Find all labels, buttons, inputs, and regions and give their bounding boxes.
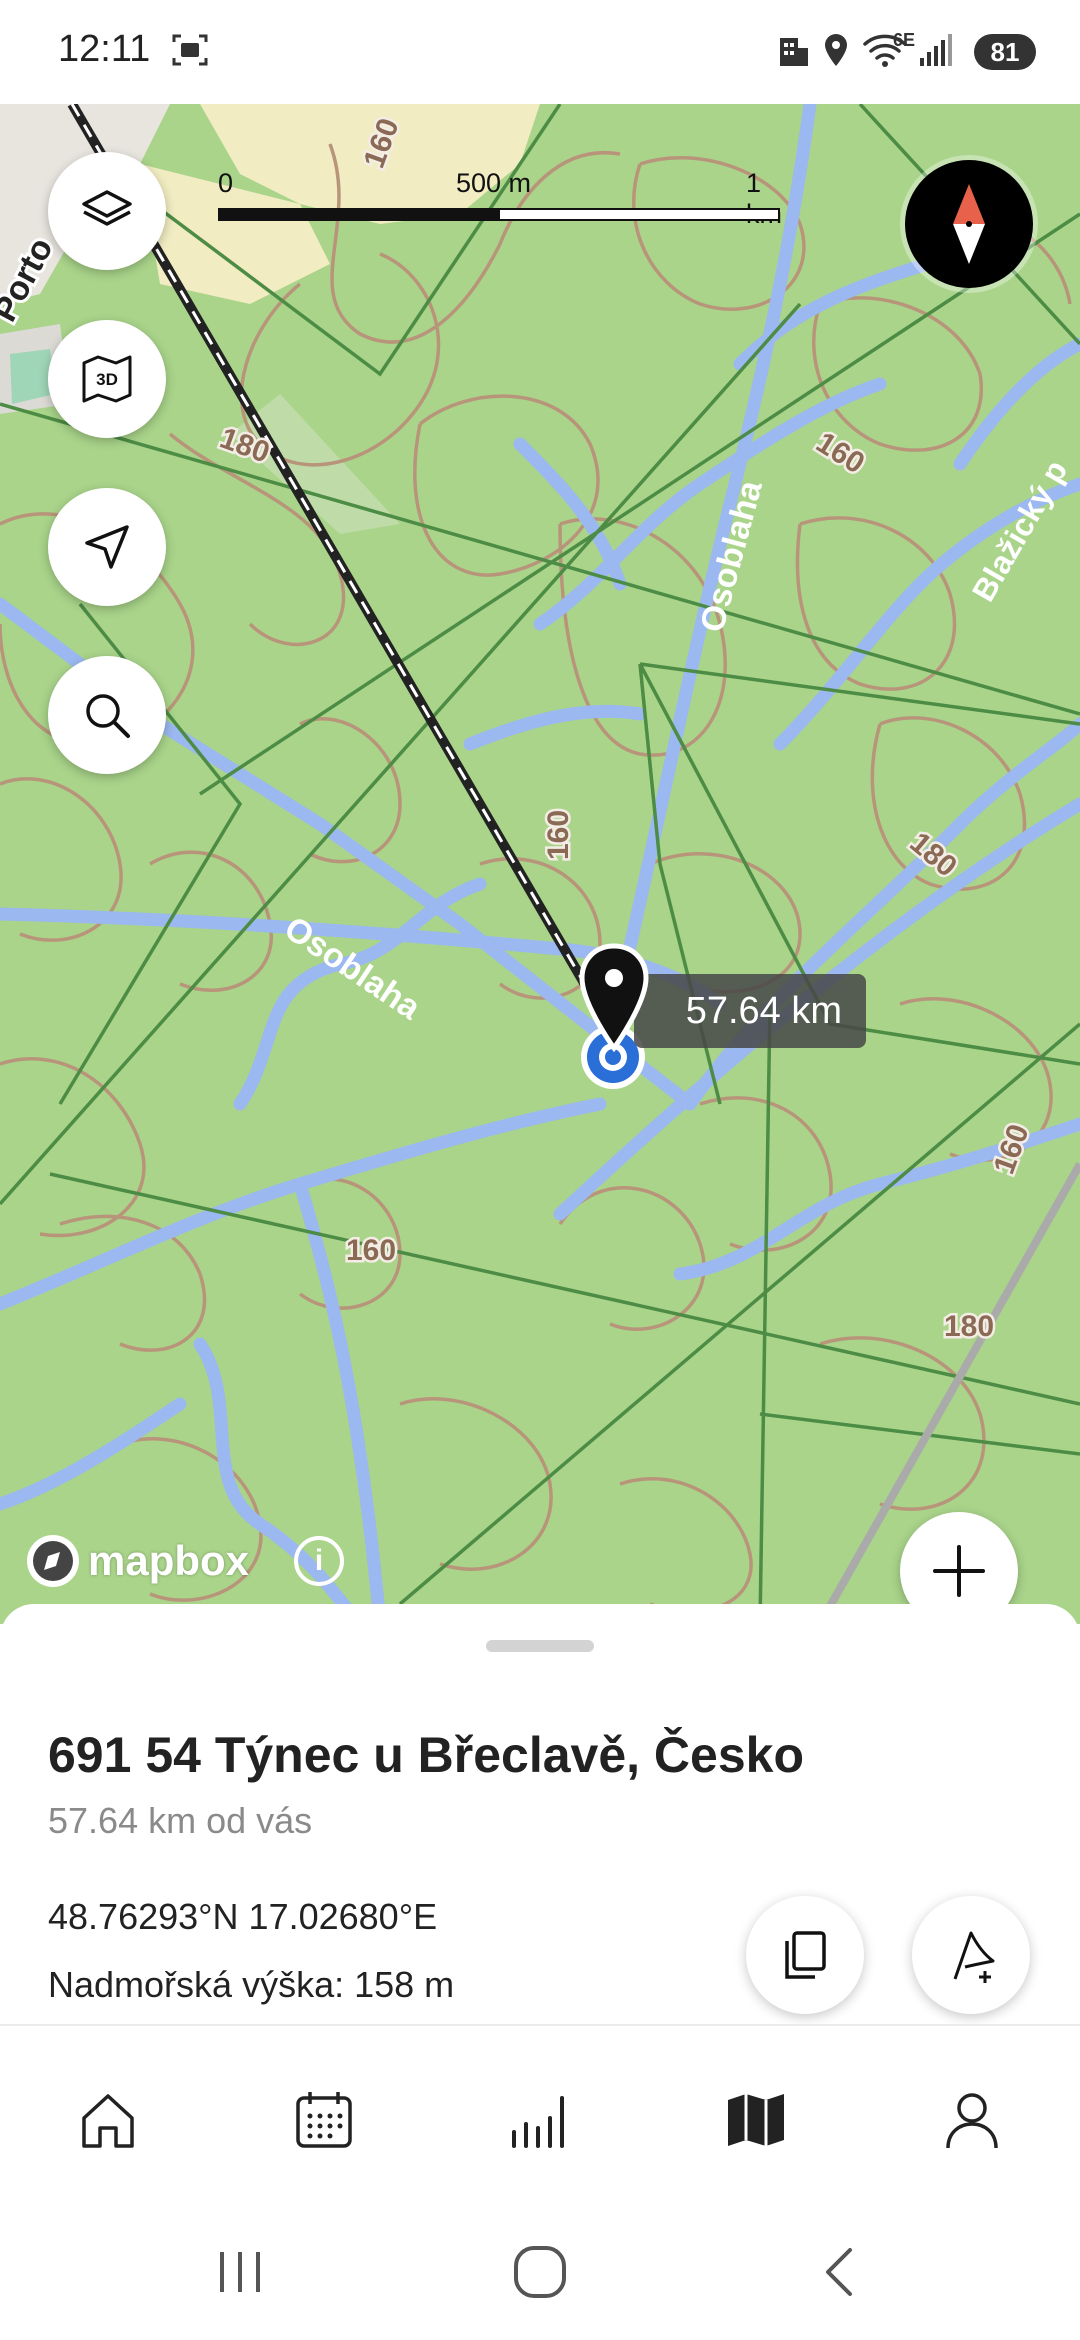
status-time: 12:11 <box>58 28 151 70</box>
stats-icon <box>512 2096 564 2148</box>
place-coordinates: 48.76293°N 17.02680°E <box>48 1896 438 1937</box>
search-button[interactable] <box>48 656 166 774</box>
nav-profile[interactable] <box>932 2080 1012 2160</box>
sheet-drag-handle[interactable] <box>486 1640 594 1652</box>
home-circle-icon <box>514 2246 566 2298</box>
copy-icon <box>785 1931 826 1979</box>
nav-calendar[interactable] <box>284 2080 364 2160</box>
signal-icon <box>916 30 956 75</box>
business-icon <box>776 30 812 75</box>
home-icon <box>82 2094 134 2148</box>
place-title: 691 54 Týnec u Břeclavě, Česko <box>48 1727 805 1783</box>
route-flag-add-icon <box>953 1931 995 1983</box>
network-type-label: 6E <box>892 30 915 50</box>
contour-label-160-far-right: 160 <box>988 1120 1036 1178</box>
scale-label-zero: 0 <box>218 168 234 198</box>
mapbox-wordmark: mapbox <box>88 1537 250 1584</box>
status-bar: 12:11 6E 81 <box>0 0 1080 104</box>
nav-stats[interactable] <box>500 2080 580 2160</box>
plus-icon <box>933 1545 985 1597</box>
map-pin-icon[interactable] <box>576 942 652 1054</box>
navigation-arrow-icon <box>85 525 129 569</box>
layers-button[interactable] <box>48 152 166 270</box>
3d-map-icon: 3D <box>82 355 132 403</box>
map-view[interactable]: Porto Osoblaha Osoblaha Blažický p 160 1… <box>0 104 1080 1624</box>
recent-apps-button[interactable] <box>200 2240 280 2304</box>
layers-icon <box>82 190 132 226</box>
profile-icon <box>946 2093 998 2149</box>
scale-label-mid: 500 m <box>456 168 532 198</box>
recents-icon <box>220 2252 260 2292</box>
add-route-button[interactable] <box>912 1896 1030 2014</box>
place-elevation: Nadmořská výška: 158 m <box>48 1964 455 2005</box>
mapbox-icon <box>27 1535 79 1587</box>
svg-text:3D: 3D <box>96 370 118 389</box>
calendar-icon <box>296 2092 352 2148</box>
navigate-button[interactable] <box>48 488 166 606</box>
search-icon <box>86 694 130 738</box>
scale-line <box>218 208 780 221</box>
map-label-river-top: Osoblaha <box>693 476 770 637</box>
copy-coordinates-button[interactable] <box>746 1896 864 2014</box>
battery-indicator: 81 <box>974 34 1036 70</box>
screenshot-icon <box>170 30 210 75</box>
nav-home[interactable] <box>68 2080 148 2160</box>
place-distance: 57.64 km od vás <box>48 1800 313 1841</box>
mapbox-logo[interactable]: mapbox <box>24 1532 249 1590</box>
3d-map-button[interactable]: 3D <box>48 320 166 438</box>
map-icon <box>728 2094 784 2146</box>
location-icon <box>820 30 852 75</box>
home-system-button[interactable] <box>500 2240 580 2304</box>
system-navigation-bar <box>0 2204 1080 2340</box>
map-terrain: Porto Osoblaha Osoblaha Blažický p 160 1… <box>0 104 1080 1624</box>
compass-button[interactable] <box>905 160 1033 288</box>
scale-bar: 0 500 m 1 km <box>218 168 782 229</box>
back-chevron-icon <box>826 2248 852 2296</box>
contour-label-160-mid: 160 <box>542 810 575 860</box>
contour-label-160-bottom: 160 <box>346 1234 396 1267</box>
back-button[interactable] <box>800 2240 880 2304</box>
attribution-info-button[interactable]: i <box>294 1536 344 1586</box>
distance-label: 57.64 km <box>634 974 866 1048</box>
nav-map[interactable] <box>716 2080 796 2160</box>
contour-label-180-bottom: 180 <box>944 1310 994 1343</box>
place-details-sheet[interactable]: 691 54 Týnec u Břeclavě, Česko 57.64 km … <box>0 1604 1080 2024</box>
compass-needle-icon <box>953 184 985 264</box>
bottom-navigation <box>0 2024 1080 2206</box>
